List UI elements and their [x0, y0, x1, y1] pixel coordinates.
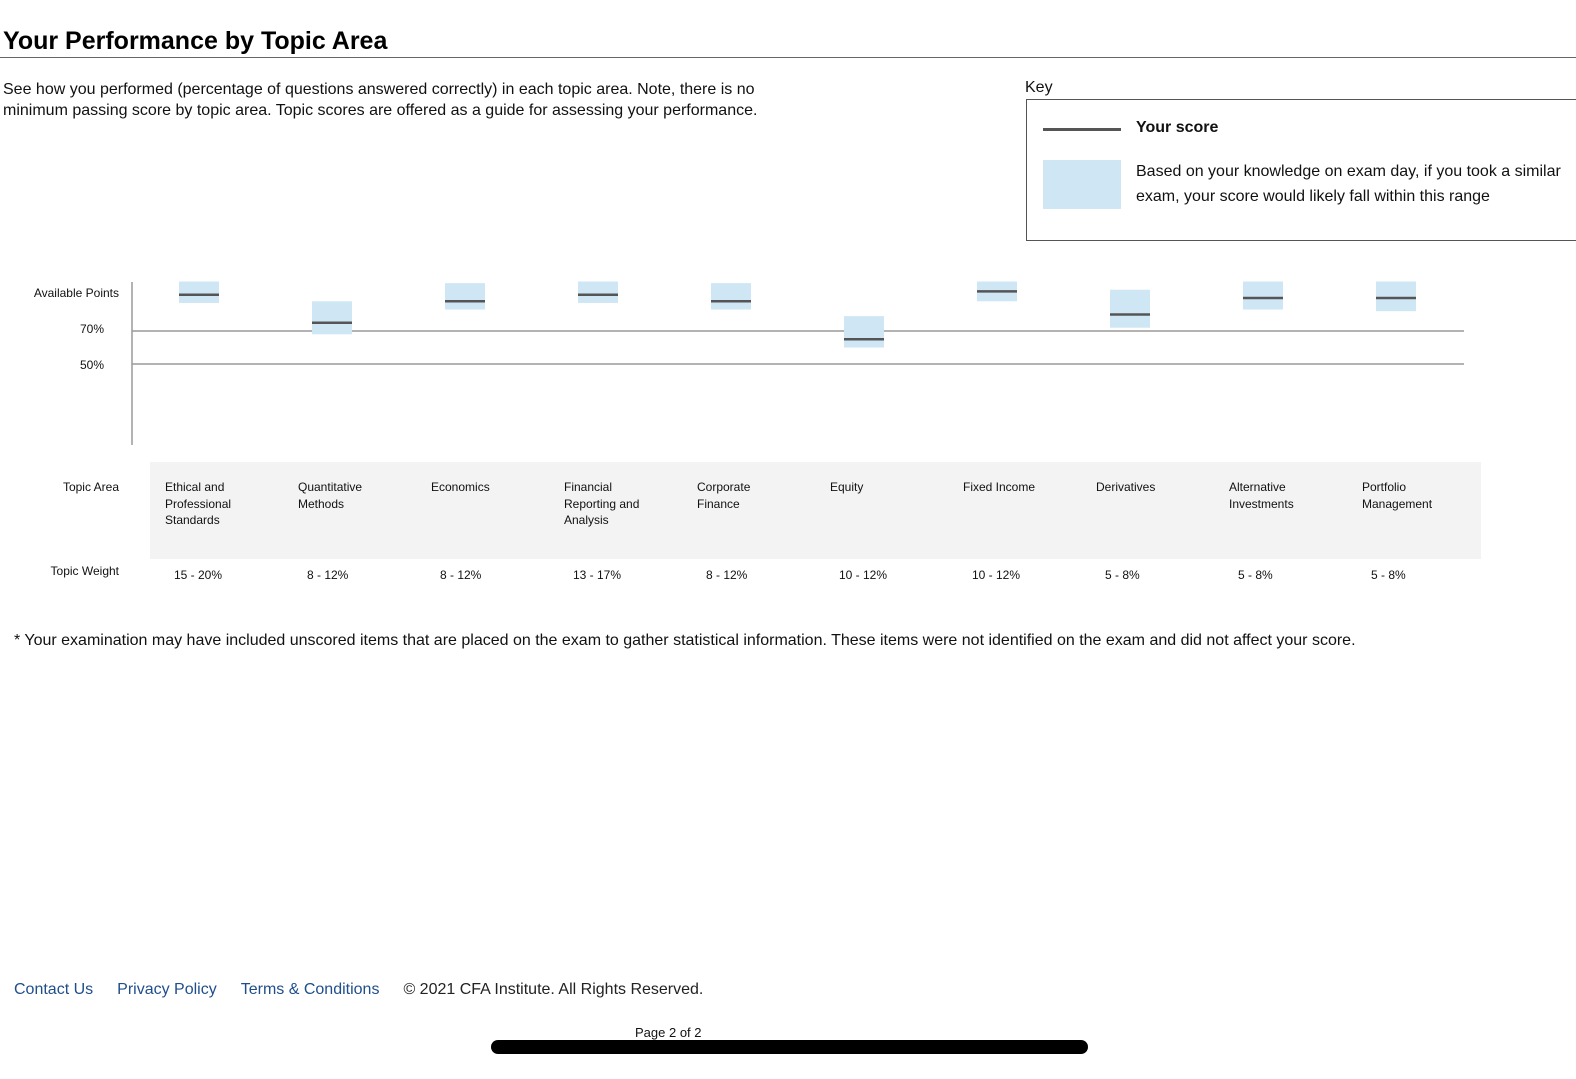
- topic-area-line: Ethical and: [165, 480, 225, 494]
- topic-area-line: Quantitative: [298, 480, 363, 494]
- range-bar-ethical-and-professional-standards: [179, 281, 219, 303]
- page-title: Your Performance by Topic Area: [3, 27, 388, 55]
- key-label: Key: [1025, 79, 1053, 96]
- topic-area-line: Analysis: [564, 513, 609, 527]
- topic-area-line: Derivatives: [1096, 480, 1156, 494]
- topic-weight-alternative-investments: 5 - 8%: [1238, 568, 1273, 582]
- range-bar-quantitative-methods: [312, 301, 352, 335]
- topic-weight-ethical-and-professional-standards: 15 - 20%: [174, 568, 223, 582]
- range-bar-equity: [844, 316, 884, 348]
- topic-weight-financial-reporting-and-analysis: 13 - 17%: [573, 568, 622, 582]
- topic-weight-fixed-income: 10 - 12%: [972, 568, 1021, 582]
- topic-area-line: Economics: [431, 480, 490, 494]
- topic-area-line: Fixed Income: [963, 480, 1036, 494]
- range-bar-derivatives: [1110, 289, 1150, 328]
- performance-chart: [131, 281, 1464, 445]
- topic-area-line: Corporate: [697, 480, 751, 494]
- topic-area-alternative-investments: Alternative Investments: [1229, 479, 1353, 512]
- topic-area-line: Portfolio: [1362, 480, 1407, 494]
- key-score-label: Your score: [1136, 119, 1219, 136]
- topic-area-line: Standards: [165, 513, 220, 527]
- topic-area-line: Alternative: [1229, 480, 1286, 494]
- topic-weight-economics: 8 - 12%: [440, 568, 482, 582]
- range-bar-economics: [445, 283, 485, 310]
- topic-area-financial-reporting-and-analysis: Financial Reporting and Analysis: [564, 479, 688, 529]
- title-divider: [0, 57, 1576, 58]
- topic-weight-corporate-finance: 8 - 12%: [706, 568, 748, 582]
- topic-area-derivatives: Derivatives: [1096, 479, 1220, 496]
- topic-area-portfolio-management: Portfolio Management: [1362, 479, 1486, 512]
- topic-area-line: Management: [1362, 496, 1433, 511]
- topic-area-corporate-finance: Corporate Finance: [697, 479, 821, 512]
- topic-area-line: Methods: [298, 496, 345, 511]
- terms-conditions-link[interactable]: Terms & Conditions: [241, 981, 380, 999]
- topic-area-line: Professional: [165, 496, 232, 511]
- home-indicator[interactable]: [491, 1040, 1088, 1054]
- topic-area-line: Financial: [564, 480, 613, 494]
- range-bar-alternative-investments: [1243, 281, 1283, 310]
- intro-text: See how you performed (percentage of que…: [3, 81, 758, 119]
- topic-area-equity: Equity: [830, 479, 954, 496]
- copyright: © 2021 CFA Institute. All Rights Reserve…: [403, 981, 704, 998]
- topic-area-label: Topic Area: [62, 480, 119, 494]
- range-bar-portfolio-management: [1376, 281, 1416, 312]
- key-range-label: Based on your knowledge on exam day, if …: [1136, 163, 1561, 205]
- key-legend: Your score Based on your knowledge on ex…: [1026, 99, 1576, 241]
- footnote: * Your examination may have included uns…: [14, 632, 1356, 649]
- topic-area-line: Equity: [830, 480, 864, 494]
- contact-us-link[interactable]: Contact Us: [14, 981, 93, 999]
- score-line-swatch: [1043, 128, 1121, 131]
- topic-area-quantitative-methods: Quantitative Methods: [298, 479, 422, 512]
- privacy-policy-link[interactable]: Privacy Policy: [117, 981, 217, 999]
- topic-weight-portfolio-management: 5 - 8%: [1371, 568, 1406, 582]
- topic-area-line: Reporting and: [564, 496, 640, 511]
- footer: Contact Us Privacy Policy Terms & Condit…: [14, 981, 703, 999]
- range-bar-financial-reporting-and-analysis: [578, 281, 618, 303]
- topic-weight-derivatives: 5 - 8%: [1105, 568, 1140, 582]
- topic-weight-equity: 10 - 12%: [839, 568, 888, 582]
- topic-weight-quantitative-methods: 8 - 12%: [307, 568, 349, 582]
- topic-weight-label: Topic Weight: [50, 564, 119, 578]
- topic-area-line: Finance: [697, 496, 740, 511]
- topic-area-economics: Economics: [431, 479, 555, 496]
- topic-area-ethical-and-professional-standards: Ethical and Professional Standards: [165, 479, 289, 529]
- page-indicator: Page 2 of 2: [635, 1025, 702, 1040]
- topic-area-line: Investments: [1229, 496, 1294, 511]
- topic-area-fixed-income: Fixed Income: [963, 479, 1087, 496]
- range-swatch: [1043, 160, 1121, 209]
- range-bar-corporate-finance: [711, 283, 751, 310]
